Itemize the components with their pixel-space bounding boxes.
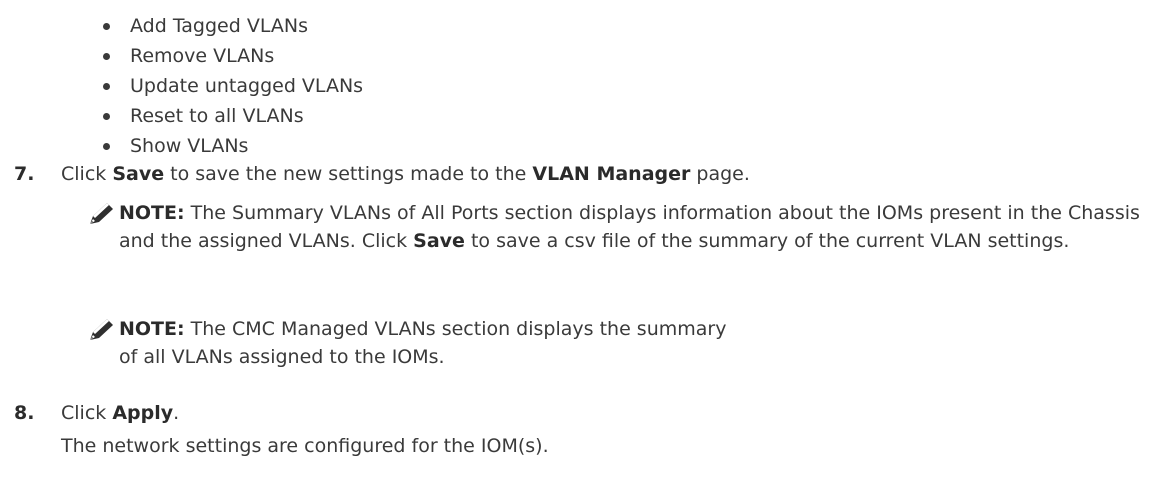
step-text: Click Apply. <box>61 402 180 424</box>
bullet-icon <box>103 23 110 30</box>
vlan-action-list: Add Tagged VLANs Remove VLANs Update unt… <box>100 11 363 161</box>
bullet-icon <box>103 113 110 120</box>
note-label: NOTE: <box>119 202 185 224</box>
list-item: Reset to all VLANs <box>100 101 363 131</box>
apply-term: Apply <box>112 402 174 424</box>
list-item: Add Tagged VLANs <box>100 11 363 41</box>
document-page: Add Tagged VLANs Remove VLANs Update unt… <box>0 0 1168 482</box>
pencil-note-icon <box>90 203 113 224</box>
step-number: 7. <box>14 163 35 185</box>
list-item: Update untagged VLANs <box>100 71 363 101</box>
pencil-note-icon <box>90 319 113 340</box>
step-number: 8. <box>14 402 35 424</box>
bullet-icon <box>103 83 110 90</box>
list-item: Remove VLANs <box>100 41 363 71</box>
save-term: Save <box>112 163 165 185</box>
note-label: NOTE: <box>119 318 185 340</box>
step-text: Click Save to save the new settings made… <box>61 163 750 185</box>
note-text: NOTE: The Summary VLANs of All Ports sec… <box>119 202 1140 252</box>
note-text: NOTE: The CMC Managed VLANs section disp… <box>119 318 727 368</box>
save-term: Save <box>413 230 465 252</box>
vlan-manager-term: VLAN Manager <box>532 163 691 185</box>
bullet-icon <box>103 53 110 60</box>
list-item: Show VLANs <box>100 131 363 161</box>
bullet-icon <box>103 143 110 150</box>
step-result: The network settings are configured for … <box>61 435 549 457</box>
